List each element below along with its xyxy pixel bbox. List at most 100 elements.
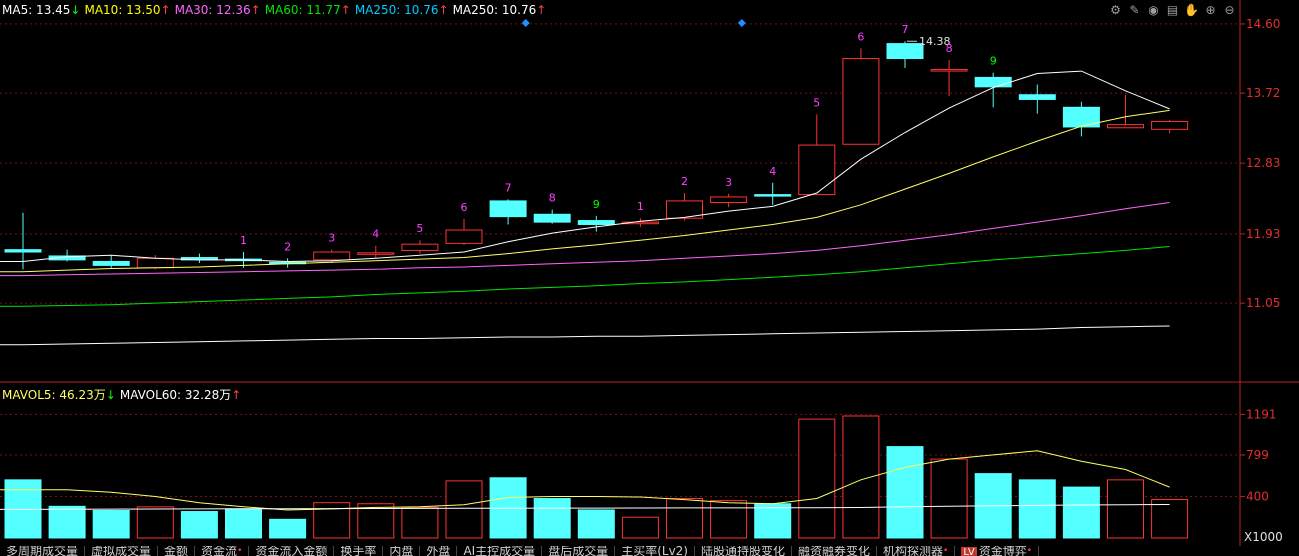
candle-body[interactable] <box>357 252 395 255</box>
volume-tick-label: 799 <box>1246 448 1269 462</box>
candle-body[interactable] <box>136 257 174 269</box>
volume-bar[interactable] <box>445 480 483 539</box>
indicator-tab[interactable]: 陆股通持股变化 <box>695 546 793 556</box>
volume-tick-label: 400 <box>1246 489 1269 503</box>
volume-bar[interactable] <box>1018 479 1056 539</box>
volume-bar[interactable] <box>930 458 968 539</box>
tab-badge: LV <box>961 547 977 556</box>
indicator-tab[interactable]: 换手率 <box>334 546 384 556</box>
volume-bar[interactable] <box>533 498 571 539</box>
ma-legend-label: MA5: 13.45 <box>2 3 71 17</box>
volume-bar[interactable] <box>1151 499 1189 539</box>
volume-bar[interactable] <box>754 503 792 539</box>
indicator-tab[interactable]: 融资融券变化 <box>792 546 878 556</box>
indicator-tab[interactable]: 内盘 <box>383 546 421 556</box>
candle-body[interactable] <box>4 249 42 253</box>
tab-label: 融资融券变化 <box>798 546 871 556</box>
sequence-count-label: 3 <box>725 176 732 189</box>
candle-body[interactable] <box>577 220 615 225</box>
sequence-count-label: 8 <box>549 192 556 205</box>
volume-bar[interactable] <box>1062 486 1100 539</box>
candle-body[interactable] <box>92 260 130 266</box>
sequence-count-label: 1 <box>637 200 644 213</box>
sequence-count-label: 9 <box>593 198 600 211</box>
eraser-icon[interactable]: ▤ <box>1165 3 1180 18</box>
candle-body[interactable] <box>1107 124 1144 129</box>
volume-bar[interactable] <box>48 505 86 539</box>
ma-legend-arrow: ↑ <box>536 3 547 17</box>
indicator-tab[interactable]: 金额 <box>158 546 196 556</box>
ma-legend-arrow: ↑ <box>340 3 351 17</box>
hand-icon[interactable]: ✋ <box>1184 3 1199 18</box>
indicator-tab[interactable]: 主买率(Lv2) <box>615 546 695 556</box>
volume-unit-label: X1000 <box>1244 530 1283 544</box>
indicator-tab[interactable]: 资金流• <box>195 546 250 556</box>
candle-body[interactable] <box>1151 120 1189 130</box>
indicator-tab[interactable]: 机构探测器• <box>877 546 956 556</box>
price-tick-label: 13.72 <box>1246 86 1280 100</box>
candle-body[interactable] <box>1018 94 1056 100</box>
candle-body[interactable] <box>445 229 483 244</box>
vol-legend-label: MAVOL60: 32.28万 <box>119 388 232 402</box>
candle-body[interactable] <box>798 144 836 196</box>
sequence-count-label: 2 <box>681 175 688 188</box>
sequence-count-label: 5 <box>416 222 423 235</box>
volume-bar[interactable] <box>136 506 174 539</box>
tab-label: 机构探测器 <box>883 546 944 556</box>
indicator-tab[interactable]: 虚拟成交量 <box>85 546 159 556</box>
indicator-tabs: 多周期成交量 虚拟成交量 金额 资金流• 资金流入金额 换手率 内盘 外盘 AI主控成交量 盘后成… <box>0 546 1240 556</box>
tab-label: 资金流入金额 <box>255 546 328 556</box>
volume-bar[interactable] <box>666 498 703 539</box>
vol-legend-item: MAVOL5: 46.23万↓ <box>2 388 116 402</box>
ma-legend: MA5: 13.45↓ MA10: 13.50↑ MA30: 12.36↑ MA60:… <box>2 3 550 17</box>
stock-chart[interactable]: 14.6013.7212.8311.9311.0511917994001 23 4 5… <box>0 0 1299 556</box>
tab-label: 外盘 <box>426 546 451 556</box>
dropper-icon[interactable]: ✎ <box>1127 3 1142 18</box>
indicator-tab[interactable]: 多周期成交量 <box>0 546 86 556</box>
volume-bar[interactable] <box>710 500 748 539</box>
ma-legend-item: MA5: 13.45↓ <box>2 3 80 17</box>
candle-body[interactable] <box>401 243 439 251</box>
volume-bar[interactable] <box>1107 479 1144 539</box>
candle-body[interactable] <box>754 194 792 197</box>
eye-icon[interactable]: ◉ <box>1146 3 1161 18</box>
candle-body[interactable] <box>930 69 968 72</box>
volume-bar[interactable] <box>886 446 924 539</box>
tab-label: 多周期成交量 <box>6 546 79 556</box>
volume-bar[interactable] <box>842 415 880 539</box>
zoom-out-icon[interactable]: ⊖ <box>1222 3 1237 18</box>
volume-bar[interactable] <box>180 511 218 539</box>
indicator-tab[interactable]: 盘后成交量 <box>542 546 616 556</box>
settings-icon[interactable]: ⚙ <box>1108 3 1123 18</box>
volume-bar[interactable] <box>269 518 307 539</box>
candle-body[interactable] <box>974 76 1012 88</box>
candle-body[interactable] <box>489 200 527 218</box>
candle-body[interactable] <box>710 196 748 203</box>
indicator-tab[interactable]: LV 资金博弈• <box>955 546 1040 556</box>
zoom-in-icon[interactable]: ⊕ <box>1203 3 1218 18</box>
sequence-count-label: 9 <box>990 55 997 68</box>
ma-legend-item: MA30: 12.36↑ <box>175 3 261 17</box>
indicator-tab[interactable]: 外盘 <box>420 546 458 556</box>
volume-bar[interactable] <box>577 509 615 539</box>
ma-legend-label: MA30: 12.36 <box>174 3 251 17</box>
sequence-count-label: 1 <box>240 234 247 247</box>
candle-body[interactable] <box>1062 106 1100 128</box>
indicator-tab[interactable]: 资金流入金额 <box>249 546 335 556</box>
indicator-tab[interactable]: AI主控成交量 <box>457 546 543 556</box>
ma-legend-item: MA60: 11.77↑ <box>265 3 351 17</box>
volume-bar[interactable] <box>798 418 836 539</box>
sequence-count-label: 4 <box>372 228 379 241</box>
tab-dot-icon: • <box>1026 546 1033 556</box>
candle-body[interactable] <box>533 213 571 223</box>
tab-label: 资金博弈 <box>978 546 1027 556</box>
sequence-count-label: 3 <box>328 232 335 245</box>
volume-bar[interactable] <box>401 506 439 539</box>
volume-bar[interactable] <box>92 509 130 539</box>
volume-bar[interactable] <box>225 508 262 539</box>
candle-body[interactable] <box>886 43 924 60</box>
tab-label: 内盘 <box>389 546 414 556</box>
candle-body[interactable] <box>313 251 351 261</box>
candle-body[interactable] <box>842 58 880 145</box>
volume-bar[interactable] <box>621 516 659 539</box>
